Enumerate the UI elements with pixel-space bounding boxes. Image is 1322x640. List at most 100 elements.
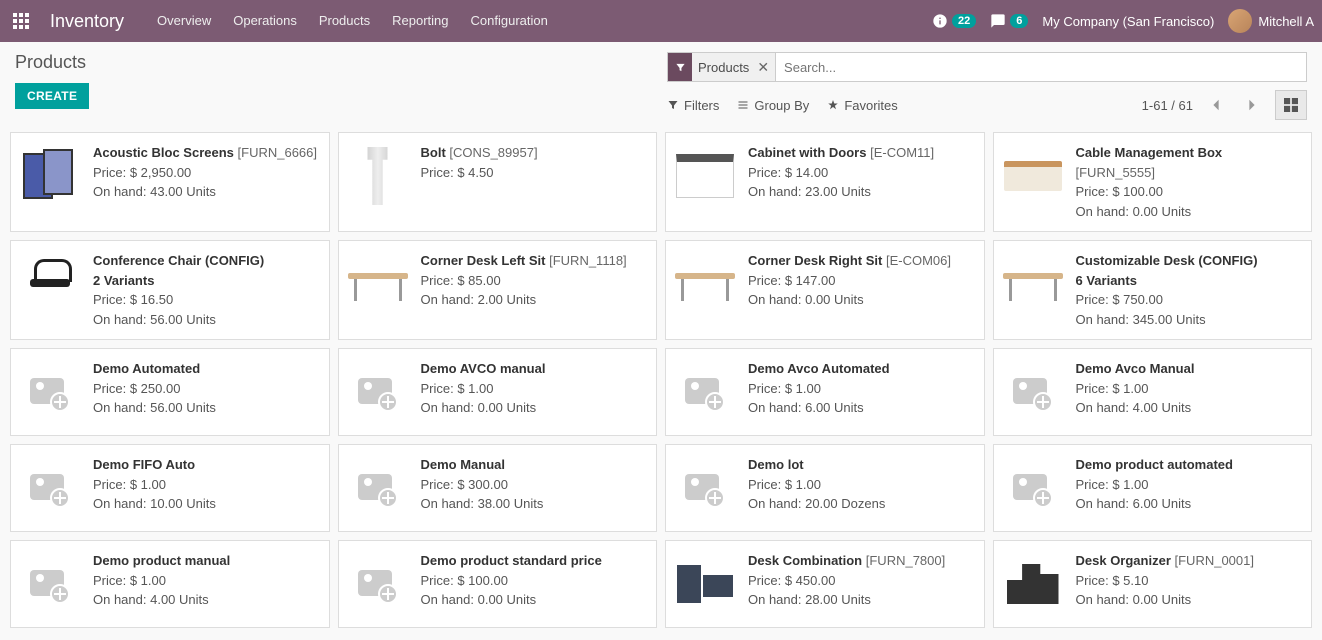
product-thumb <box>672 551 738 617</box>
product-card[interactable]: Desk Organizer [FURN_0001]Price: $ 5.10O… <box>993 540 1313 628</box>
product-onhand: On hand: 0.00 Units <box>421 398 647 418</box>
product-card[interactable]: Corner Desk Right Sit [E-COM06]Price: $ … <box>665 240 985 340</box>
product-card[interactable]: Demo ManualPrice: $ 300.00On hand: 38.00… <box>338 444 658 532</box>
nav-item-operations[interactable]: Operations <box>222 0 308 42</box>
product-price: Price: $ 16.50 <box>93 290 319 310</box>
product-onhand: On hand: 23.00 Units <box>748 182 974 202</box>
product-thumb <box>17 551 83 617</box>
product-card[interactable]: Bolt [CONS_89957]Price: $ 4.50 <box>338 132 658 232</box>
nav-item-overview[interactable]: Overview <box>146 0 222 42</box>
nav-item-configuration[interactable]: Configuration <box>460 0 559 42</box>
product-onhand: On hand: 0.00 Units <box>748 290 974 310</box>
product-name: Cable Management Box <box>1076 145 1223 160</box>
product-card[interactable]: Demo Avco ManualPrice: $ 1.00On hand: 4.… <box>993 348 1313 436</box>
favorites-dropdown[interactable]: Favorites <box>827 98 897 113</box>
product-price: Price: $ 147.00 <box>748 271 974 291</box>
product-card[interactable]: Demo product automatedPrice: $ 1.00On ha… <box>993 444 1313 532</box>
product-price: Price: $ 14.00 <box>748 163 974 183</box>
product-code: [FURN_0001] <box>1175 553 1254 568</box>
create-button[interactable]: CREATE <box>15 83 89 109</box>
product-price: Price: $ 100.00 <box>421 571 647 591</box>
product-thumb <box>17 359 83 425</box>
product-name: Bolt <box>421 145 446 160</box>
product-card[interactable]: Cabinet with Doors [E-COM11]Price: $ 14.… <box>665 132 985 232</box>
pager-text[interactable]: 1-61 / 61 <box>1142 98 1193 113</box>
product-onhand: On hand: 56.00 Units <box>93 310 319 330</box>
product-card[interactable]: Demo lotPrice: $ 1.00On hand: 20.00 Doze… <box>665 444 985 532</box>
product-card[interactable]: Demo Avco Automated Price: $ 1.00On hand:… <box>665 348 985 436</box>
product-name: Demo Avco Automated <box>748 361 890 376</box>
product-card[interactable]: Customizable Desk (CONFIG)6 VariantsPric… <box>993 240 1313 340</box>
product-code: [FURN_7800] <box>866 553 945 568</box>
product-card[interactable]: Desk Combination [FURN_7800]Price: $ 450… <box>665 540 985 628</box>
product-price: Price: $ 1.00 <box>1076 379 1302 399</box>
control-panel: Products CREATE Products ✕ Filters <box>0 42 1322 120</box>
product-card[interactable]: Demo AVCO manual Price: $ 1.00On hand: 0.… <box>338 348 658 436</box>
product-card[interactable]: Cable Management Box [FURN_5555]Price: $… <box>993 132 1313 232</box>
product-card[interactable]: Demo product standard price Price: $ 100.… <box>338 540 658 628</box>
product-card[interactable]: Corner Desk Left Sit [FURN_1118]Price: $… <box>338 240 658 340</box>
apps-menu-icon[interactable] <box>0 0 42 42</box>
product-price: Price: $ 1.00 <box>421 379 647 399</box>
product-onhand: On hand: 4.00 Units <box>1076 398 1302 418</box>
product-thumb <box>345 143 411 209</box>
product-thumb <box>1000 251 1066 317</box>
product-onhand: On hand: 4.00 Units <box>93 590 319 610</box>
search-input[interactable] <box>776 60 1306 75</box>
product-card[interactable]: Acoustic Bloc Screens [FURN_6666]Price: … <box>10 132 330 232</box>
product-card[interactable]: Demo AutomatedPrice: $ 250.00On hand: 56… <box>10 348 330 436</box>
header-right: 22 6 My Company (San Francisco) Mitchell… <box>932 9 1322 33</box>
user-name: Mitchell A <box>1258 14 1314 29</box>
filter-icon <box>668 53 692 81</box>
product-onhand: On hand: 20.00 Dozens <box>748 494 974 514</box>
product-card[interactable]: Conference Chair (CONFIG)2 VariantsPrice… <box>10 240 330 340</box>
product-variants: 2 Variants <box>93 271 319 291</box>
facet-remove-icon[interactable]: ✕ <box>755 59 775 76</box>
product-onhand: On hand: 345.00 Units <box>1076 310 1302 330</box>
product-code: [E-COM11] <box>870 145 934 160</box>
product-card[interactable]: Demo FIFO AutoPrice: $ 1.00On hand: 10.0… <box>10 444 330 532</box>
product-name: Demo AVCO manual <box>421 361 546 376</box>
product-thumb <box>17 143 83 209</box>
product-thumb <box>1000 551 1066 617</box>
product-onhand: On hand: 2.00 Units <box>421 290 647 310</box>
search-bar[interactable]: Products ✕ <box>667 52 1307 82</box>
product-onhand: On hand: 6.00 Units <box>748 398 974 418</box>
chat-indicator[interactable]: 6 <box>990 13 1028 29</box>
nav-item-products[interactable]: Products <box>308 0 381 42</box>
product-name: Customizable Desk (CONFIG) <box>1076 253 1258 268</box>
product-name: Demo product manual <box>93 553 230 568</box>
user-menu[interactable]: Mitchell A <box>1228 9 1314 33</box>
product-onhand: On hand: 56.00 Units <box>93 398 319 418</box>
product-price: Price: $ 1.00 <box>1076 475 1302 495</box>
product-thumb <box>672 143 738 209</box>
product-card[interactable]: Demo product manual Price: $ 1.00On hand:… <box>10 540 330 628</box>
filters-label: Filters <box>684 98 719 113</box>
product-price: Price: $ 2,950.00 <box>93 163 319 183</box>
product-name: Corner Desk Left Sit <box>421 253 546 268</box>
product-name: Desk Combination <box>748 553 862 568</box>
product-thumb <box>345 251 411 317</box>
product-price: Price: $ 1.00 <box>748 379 974 399</box>
search-facet-products: Products ✕ <box>668 53 776 81</box>
groupby-dropdown[interactable]: Group By <box>737 98 809 113</box>
product-onhand: On hand: 0.00 Units <box>421 590 647 610</box>
product-price: Price: $ 1.00 <box>93 571 319 591</box>
nav-item-reporting[interactable]: Reporting <box>381 0 459 42</box>
product-price: Price: $ 300.00 <box>421 475 647 495</box>
company-selector[interactable]: My Company (San Francisco) <box>1042 14 1214 29</box>
activity-indicator[interactable]: 22 <box>932 13 976 29</box>
product-thumb <box>345 359 411 425</box>
filters-dropdown[interactable]: Filters <box>667 98 719 113</box>
product-thumb <box>345 455 411 521</box>
view-kanban-button[interactable] <box>1275 90 1307 120</box>
pager-prev-icon[interactable] <box>1203 92 1229 118</box>
product-name: Demo product standard price <box>421 553 602 568</box>
page-title: Products <box>15 52 667 73</box>
product-price: Price: $ 100.00 <box>1076 182 1302 202</box>
pager-next-icon[interactable] <box>1239 92 1265 118</box>
product-code: [FURN_6666] <box>238 145 317 160</box>
product-thumb <box>672 251 738 317</box>
app-title[interactable]: Inventory <box>42 11 146 32</box>
product-thumb <box>17 251 83 317</box>
